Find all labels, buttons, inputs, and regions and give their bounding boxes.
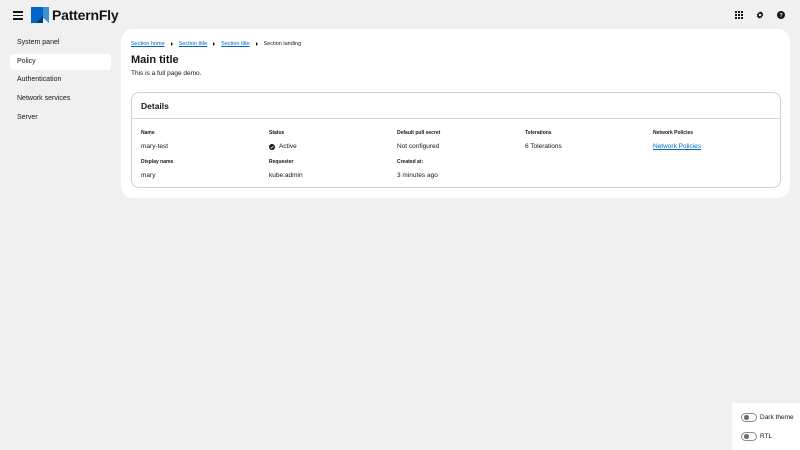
field-status: Status Active	[269, 130, 297, 150]
field-value: mary	[141, 172, 156, 179]
dark-theme-toggle-row: Dark theme	[732, 408, 800, 426]
breadcrumb-link[interactable]: Section home	[131, 41, 165, 47]
patternfly-logo-icon	[31, 6, 49, 23]
network-policies-link[interactable]: Network Policies	[653, 143, 701, 150]
card-title: Details	[141, 100, 169, 111]
sidebar-nav: System panel Policy Authentication Netwo…	[10, 35, 111, 128]
field-label: Requester	[269, 159, 294, 165]
field-name: Name mary-test	[141, 130, 168, 150]
help-icon[interactable]: ?	[774, 8, 788, 22]
field-label: Network Policies	[653, 130, 694, 136]
field-label: Default pull secret	[397, 130, 441, 136]
masthead: PatternFly ?	[0, 0, 800, 28]
main-content: Section home Section title Section title…	[121, 29, 790, 198]
field-value: mary-test	[141, 143, 169, 150]
field-value: kube:admin	[269, 172, 303, 179]
rtl-switch[interactable]	[741, 431, 757, 441]
field-value: 3 minutes ago	[397, 172, 438, 179]
brand-logo[interactable]: PatternFly	[31, 6, 119, 23]
page-title: Main title	[131, 54, 179, 66]
theme-toggles-panel: Dark theme RTL	[732, 403, 800, 450]
sidebar-item-policy[interactable]: Policy	[10, 53, 111, 70]
sidebar-item-network-services[interactable]: Network services	[10, 91, 111, 107]
field-label: Created at:	[397, 159, 424, 165]
field-pull-secret: Default pull secret Not configured	[397, 130, 440, 150]
breadcrumb-current: Section landing	[263, 41, 302, 47]
details-card: Details Name mary-test Status Active Def…	[131, 92, 781, 188]
check-circle-icon	[269, 143, 275, 150]
rtl-toggle-row: RTL	[732, 427, 800, 445]
gear-icon[interactable]	[753, 8, 767, 22]
field-label: Display name	[141, 159, 174, 165]
field-label: Name	[141, 130, 155, 136]
card-header: Details	[132, 93, 780, 119]
breadcrumb-separator-icon	[213, 42, 216, 46]
breadcrumb-link[interactable]: Section title	[179, 41, 207, 47]
breadcrumb-separator-icon	[170, 42, 173, 46]
field-requester: Requester kube:admin	[269, 159, 303, 179]
sidebar-item-server[interactable]: Server	[10, 110, 111, 126]
field-label: Status	[269, 130, 285, 136]
breadcrumb: Section home Section title Section title…	[131, 41, 301, 47]
field-value: Not configured	[397, 143, 440, 150]
breadcrumb-link[interactable]: Section title	[221, 41, 249, 47]
page-description: This is a full page demo.	[131, 70, 202, 77]
dark-theme-label: Dark theme	[760, 413, 794, 421]
rtl-label: RTL	[760, 432, 773, 440]
field-display-name: Display name mary	[141, 159, 173, 179]
field-network-policies: Network Policies Network Policies	[653, 130, 701, 150]
sidebar-item-system-panel[interactable]: System panel	[10, 35, 111, 51]
apps-grid-icon[interactable]	[732, 8, 746, 22]
brand-name: PatternFly	[52, 6, 119, 23]
sidebar-item-authentication[interactable]: Authentication	[10, 72, 111, 88]
field-created: Created at: 3 minutes ago	[397, 159, 438, 179]
dark-theme-switch[interactable]	[741, 412, 757, 422]
field-label: Tolerations	[525, 130, 552, 136]
breadcrumb-separator-icon	[255, 42, 258, 46]
field-tolerations: Tolerations 6 Tolerations	[525, 130, 562, 150]
status-value: Active	[279, 143, 297, 150]
hamburger-menu-icon[interactable]	[12, 9, 24, 20]
field-value: 6 Tolerations	[525, 143, 562, 150]
